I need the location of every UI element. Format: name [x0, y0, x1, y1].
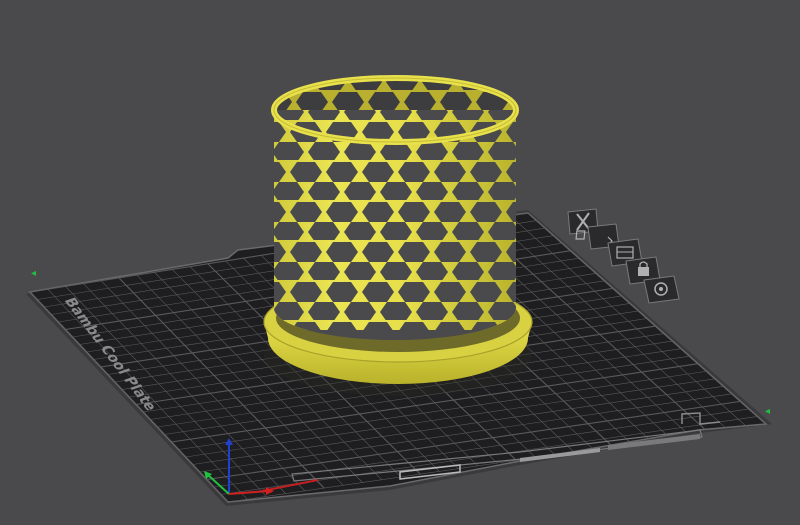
- right-marker-icon: ◂: [765, 406, 770, 417]
- plate-corner-marker-left: ◂: [31, 268, 36, 279]
- plate-settings-icon[interactable]: [643, 275, 680, 304]
- 3d-viewport[interactable]: Bambu Cool Plate ◂ ◂: [0, 0, 800, 525]
- model-object[interactable]: [263, 70, 533, 396]
- left-marker-icon: ◂: [31, 268, 36, 279]
- plate-corner-marker-right: ◂: [765, 406, 770, 417]
